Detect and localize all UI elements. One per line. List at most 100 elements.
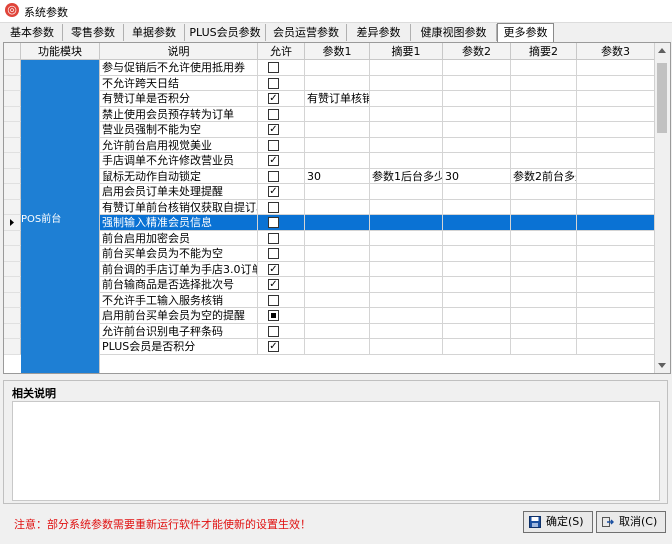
tab-retail[interactable]: 零售参数: [63, 24, 124, 41]
tab-plus-member[interactable]: PLUS会员参数: [185, 24, 266, 41]
p2-cell[interactable]: [443, 122, 511, 138]
description-cell[interactable]: 营业员强制不能为空: [100, 122, 258, 138]
s2-cell[interactable]: [511, 60, 577, 76]
p2-cell[interactable]: [443, 339, 511, 355]
p1-cell[interactable]: [305, 339, 370, 355]
col-header-param3[interactable]: 参数3: [577, 43, 655, 60]
row-indicator[interactable]: [4, 246, 21, 262]
p3-cell[interactable]: [577, 168, 655, 184]
p1-cell[interactable]: [305, 184, 370, 200]
s2-cell[interactable]: [511, 184, 577, 200]
allow-cell[interactable]: [258, 339, 305, 355]
s2-cell[interactable]: [511, 153, 577, 169]
allow-cell[interactable]: [258, 153, 305, 169]
s1-cell[interactable]: [370, 246, 443, 262]
col-header-module[interactable]: 功能模块: [21, 43, 100, 60]
s2-cell[interactable]: [511, 75, 577, 91]
allow-checkbox[interactable]: [268, 325, 279, 337]
p1-cell[interactable]: 30: [305, 168, 370, 184]
allow-cell[interactable]: [258, 184, 305, 200]
scroll-up-icon[interactable]: [658, 48, 666, 53]
allow-cell[interactable]: [258, 215, 305, 231]
p1-cell[interactable]: [305, 246, 370, 262]
s1-cell[interactable]: [370, 153, 443, 169]
col-header-summary1[interactable]: 摘要1: [370, 43, 443, 60]
p1-cell[interactable]: [305, 153, 370, 169]
p3-cell[interactable]: [577, 75, 655, 91]
s2-cell[interactable]: [511, 199, 577, 215]
p1-cell[interactable]: [305, 106, 370, 122]
s1-cell[interactable]: [370, 122, 443, 138]
description-cell[interactable]: 启用会员订单未处理提醒: [100, 184, 258, 200]
allow-checkbox[interactable]: [268, 263, 279, 275]
scroll-thumb[interactable]: [657, 63, 667, 133]
row-indicator[interactable]: [4, 339, 21, 355]
allow-cell[interactable]: [258, 292, 305, 308]
s1-cell[interactable]: [370, 323, 443, 339]
col-header-description[interactable]: 说明: [100, 43, 258, 60]
p1-cell[interactable]: [305, 308, 370, 324]
description-cell[interactable]: 有赞订单前台核销仅获取自提订单: [100, 199, 258, 215]
allow-checkbox[interactable]: [268, 155, 279, 166]
allow-checkbox[interactable]: [268, 217, 279, 228]
description-cell[interactable]: 有赞订单是否积分: [100, 91, 258, 107]
row-indicator[interactable]: [4, 153, 21, 169]
allow-cell[interactable]: [258, 75, 305, 91]
p1-cell[interactable]: 有赞订单核销: [305, 91, 370, 107]
p1-cell[interactable]: [305, 261, 370, 277]
s1-cell[interactable]: [370, 184, 443, 200]
allow-cell[interactable]: [258, 323, 305, 339]
description-cell[interactable]: 禁止使用会员预存转为订单: [100, 106, 258, 122]
tab-more[interactable]: 更多参数: [497, 23, 554, 43]
allow-checkbox[interactable]: [268, 186, 279, 197]
allow-checkbox[interactable]: [268, 201, 279, 213]
s1-cell[interactable]: [370, 75, 443, 91]
p2-cell[interactable]: [443, 323, 511, 339]
allow-cell[interactable]: [258, 137, 305, 153]
p1-cell[interactable]: [305, 230, 370, 246]
p2-cell[interactable]: [443, 292, 511, 308]
p3-cell[interactable]: [577, 184, 655, 200]
allow-cell[interactable]: [258, 168, 305, 184]
p3-cell[interactable]: [577, 323, 655, 339]
description-cell[interactable]: 允许前台识别电子秤条码: [100, 323, 258, 339]
description-cell[interactable]: 参与促销后不允许使用抵用券: [100, 60, 258, 76]
p1-cell[interactable]: [305, 137, 370, 153]
p2-cell[interactable]: [443, 261, 511, 277]
p3-cell[interactable]: [577, 215, 655, 231]
p1-cell[interactable]: [305, 215, 370, 231]
row-indicator[interactable]: [4, 184, 21, 200]
p1-cell[interactable]: [305, 292, 370, 308]
allow-checkbox[interactable]: [268, 139, 279, 151]
s2-cell[interactable]: [511, 106, 577, 122]
allow-checkbox[interactable]: [268, 294, 279, 306]
description-cell[interactable]: 允许前台启用视觉美业: [100, 137, 258, 153]
p3-cell[interactable]: [577, 308, 655, 324]
row-indicator[interactable]: [4, 122, 21, 138]
s1-cell[interactable]: [370, 199, 443, 215]
s1-cell[interactable]: [370, 60, 443, 76]
allow-cell[interactable]: [258, 230, 305, 246]
vertical-scrollbar[interactable]: [654, 43, 670, 373]
allow-checkbox[interactable]: [268, 279, 279, 290]
module-cell[interactable]: POS前台: [21, 60, 100, 373]
p3-cell[interactable]: [577, 122, 655, 138]
s2-cell[interactable]: [511, 230, 577, 246]
s2-cell[interactable]: [511, 323, 577, 339]
row-indicator[interactable]: [4, 230, 21, 246]
row-indicator[interactable]: [4, 261, 21, 277]
allow-checkbox[interactable]: [268, 77, 279, 89]
p3-cell[interactable]: [577, 60, 655, 76]
row-indicator[interactable]: [4, 308, 21, 324]
s2-cell[interactable]: [511, 277, 577, 293]
p3-cell[interactable]: [577, 292, 655, 308]
s2-cell[interactable]: 参数2前台多少: [511, 168, 577, 184]
scroll-down-icon[interactable]: [658, 363, 666, 368]
s1-cell[interactable]: [370, 91, 443, 107]
p2-cell[interactable]: [443, 153, 511, 169]
p1-cell[interactable]: [305, 60, 370, 76]
allow-cell[interactable]: [258, 246, 305, 262]
allow-cell[interactable]: [258, 91, 305, 107]
description-cell[interactable]: 鼠标无动作自动锁定: [100, 168, 258, 184]
tab-basic[interactable]: 基本参数: [2, 24, 63, 41]
